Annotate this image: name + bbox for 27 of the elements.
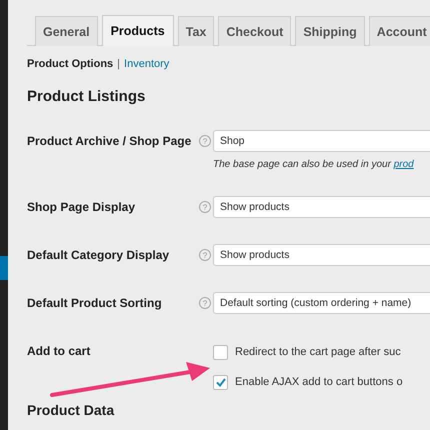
- subnav-link[interactable]: Product Options: [27, 58, 114, 70]
- tab[interactable]: General: [35, 16, 98, 46]
- tab[interactable]: Products: [102, 15, 174, 46]
- tab[interactable]: Tax: [178, 16, 214, 46]
- tab[interactable]: Checkout: [218, 16, 292, 46]
- field-label: Shop Page Display: [27, 199, 136, 216]
- select-field[interactable]: Show products: [213, 196, 430, 218]
- select-field[interactable]: Default sorting (custom ordering + name): [213, 292, 430, 314]
- field-label: Product Archive / Shop Page: [27, 133, 192, 150]
- checkbox[interactable]: [213, 374, 228, 390]
- tab[interactable]: Shipping: [295, 16, 365, 46]
- checkbox-label: Redirect to the cart page after suc: [235, 346, 401, 358]
- menu-indicator: [0, 256, 8, 280]
- separator: |: [117, 58, 120, 70]
- checkbox-label: Enable AJAX add to cart buttons o: [235, 376, 403, 388]
- section-title: Product Data: [27, 402, 116, 418]
- select-field[interactable]: Shop: [213, 130, 430, 152]
- field-description: The base page can also be used in your prod: [213, 159, 415, 170]
- tab[interactable]: Account: [368, 16, 430, 46]
- description-link[interactable]: prod: [394, 159, 414, 170]
- field-label: Default Category Display: [27, 247, 170, 264]
- select-field[interactable]: Show products: [213, 244, 430, 266]
- checkbox[interactable]: [213, 344, 228, 360]
- field-label: Default Product Sorting: [27, 295, 163, 312]
- section-title: Product Listings: [27, 88, 146, 106]
- field-label: Add to cart: [27, 343, 92, 360]
- subnav-link[interactable]: Inventory: [124, 58, 170, 70]
